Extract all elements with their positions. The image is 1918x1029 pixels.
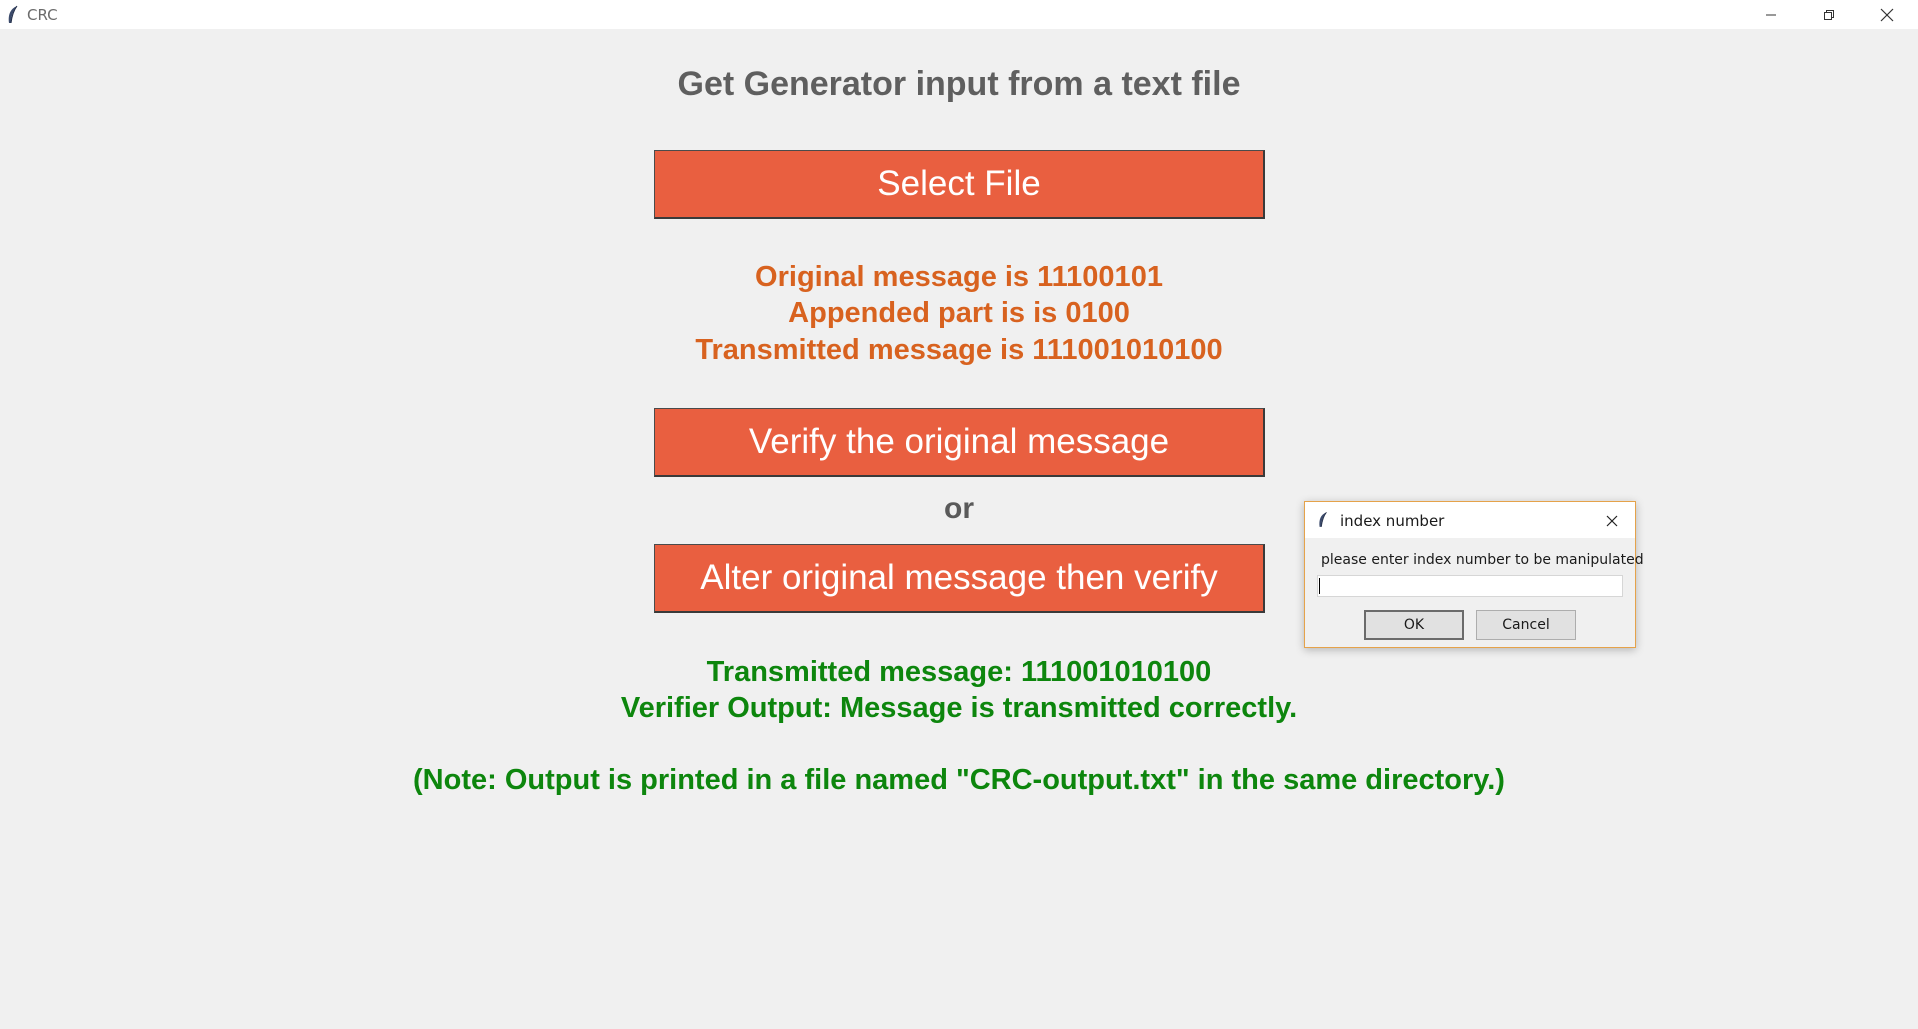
restore-icon [1824, 9, 1834, 20]
feather-icon [8, 5, 18, 24]
appended-part-text: Appended part is is 0100 [788, 297, 1130, 329]
alter-then-verify-button[interactable]: Alter original message then verify [654, 544, 1265, 613]
minimize-button[interactable] [1742, 0, 1800, 29]
window-titlebar: CRC [0, 0, 1918, 29]
dialog-close-button[interactable] [1601, 510, 1623, 532]
select-file-button[interactable]: Select File [654, 150, 1265, 219]
text-caret [1319, 578, 1320, 594]
feather-icon [1319, 512, 1327, 527]
close-icon [1606, 515, 1618, 527]
index-number-dialog: index number please enter index number t… [1304, 501, 1644, 648]
ok-button[interactable]: OK [1364, 610, 1464, 640]
window-title: CRC [27, 6, 58, 24]
page-heading: Get Generator input from a text file [677, 65, 1241, 103]
minimize-icon [1766, 14, 1776, 15]
close-icon [1880, 8, 1894, 21]
cancel-button[interactable]: Cancel [1476, 610, 1576, 640]
restore-button[interactable] [1800, 0, 1858, 29]
transmitted-message-text: Transmitted message is 111001010100 [695, 334, 1223, 366]
verify-original-button[interactable]: Verify the original message [654, 408, 1265, 477]
output-note-text: (Note: Output is printed in a file named… [413, 764, 1505, 796]
original-message-text: Original message is 11100101 [755, 261, 1163, 293]
result-transmitted-text: Transmitted message: 111001010100 [706, 656, 1212, 688]
dialog-prompt: please enter index number to be manipula… [1321, 552, 1644, 568]
dialog-titlebar: index number [1305, 502, 1635, 538]
close-button[interactable] [1858, 0, 1916, 29]
index-number-input[interactable] [1317, 575, 1623, 597]
verifier-output-text: Verifier Output: Message is transmitted … [620, 692, 1298, 724]
dialog-title: index number [1340, 512, 1445, 530]
